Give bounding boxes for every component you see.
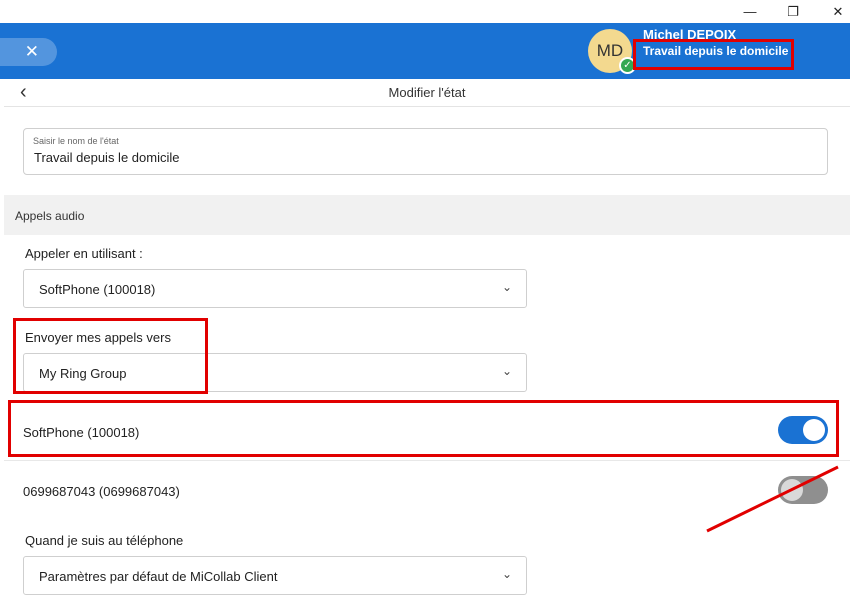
restore-button[interactable]: ❐ — [773, 0, 813, 23]
close-panel-button[interactable]: ✕ — [0, 38, 57, 66]
window-close-button[interactable]: ✕ — [818, 0, 850, 23]
divider — [4, 460, 850, 461]
call-using-value: SoftPhone (100018) — [39, 282, 156, 297]
toggle-knob — [803, 419, 825, 441]
restore-icon: ❐ — [787, 3, 799, 19]
device-label-mobile: 0699687043 (0699687043) — [23, 484, 180, 499]
softphone-toggle[interactable] — [778, 416, 828, 444]
on-phone-select[interactable]: Paramètres par défaut de MiCollab Client… — [23, 556, 527, 595]
status-name-input[interactable]: Travail depuis le domicile — [34, 150, 179, 165]
user-status[interactable]: Travail depuis le domicile — [643, 44, 788, 58]
mobile-toggle[interactable] — [778, 476, 828, 504]
call-using-label: Appeler en utilisant : — [25, 246, 143, 261]
close-icon: ✕ — [24, 42, 39, 61]
panel-header: ‹ Modifier l'état — [4, 79, 850, 107]
minimize-button[interactable]: — — [730, 0, 770, 23]
send-calls-select[interactable]: My Ring Group ⌄ — [23, 353, 527, 392]
chevron-down-icon: ⌄ — [501, 364, 512, 378]
device-label-softphone: SoftPhone (100018) — [23, 425, 140, 440]
on-phone-label: Quand je suis au téléphone — [25, 533, 184, 548]
app-header: ✕ MD ✓ Michel DEPOIX Travail depuis le d… — [0, 23, 850, 79]
call-using-select[interactable]: SoftPhone (100018) ⌄ — [23, 269, 527, 308]
minimize-icon: — — [743, 4, 757, 19]
chevron-down-icon: ⌄ — [501, 280, 512, 294]
toggle-knob — [781, 479, 803, 501]
presence-check-icon: ✓ — [619, 57, 636, 74]
user-name: Michel DEPOIX — [643, 27, 737, 42]
status-name-label: Saisir le nom de l'état — [33, 136, 119, 146]
section-title: Appels audio — [15, 209, 85, 223]
window-titlebar: — ❐ ✕ — [0, 0, 850, 23]
on-phone-value: Paramètres par défaut de MiCollab Client — [39, 569, 278, 584]
send-calls-label: Envoyer mes appels vers — [25, 330, 171, 345]
section-header: Appels audio — [4, 195, 850, 235]
page-title: Modifier l'état — [388, 85, 466, 100]
close-icon: ✕ — [832, 3, 844, 19]
send-calls-value: My Ring Group — [39, 366, 127, 381]
edit-status-panel: ‹ Modifier l'état Saisir le nom de l'éta… — [4, 79, 850, 595]
avatar-initials: MD — [596, 41, 624, 60]
status-name-field[interactable]: Saisir le nom de l'état Travail depuis l… — [23, 128, 828, 175]
